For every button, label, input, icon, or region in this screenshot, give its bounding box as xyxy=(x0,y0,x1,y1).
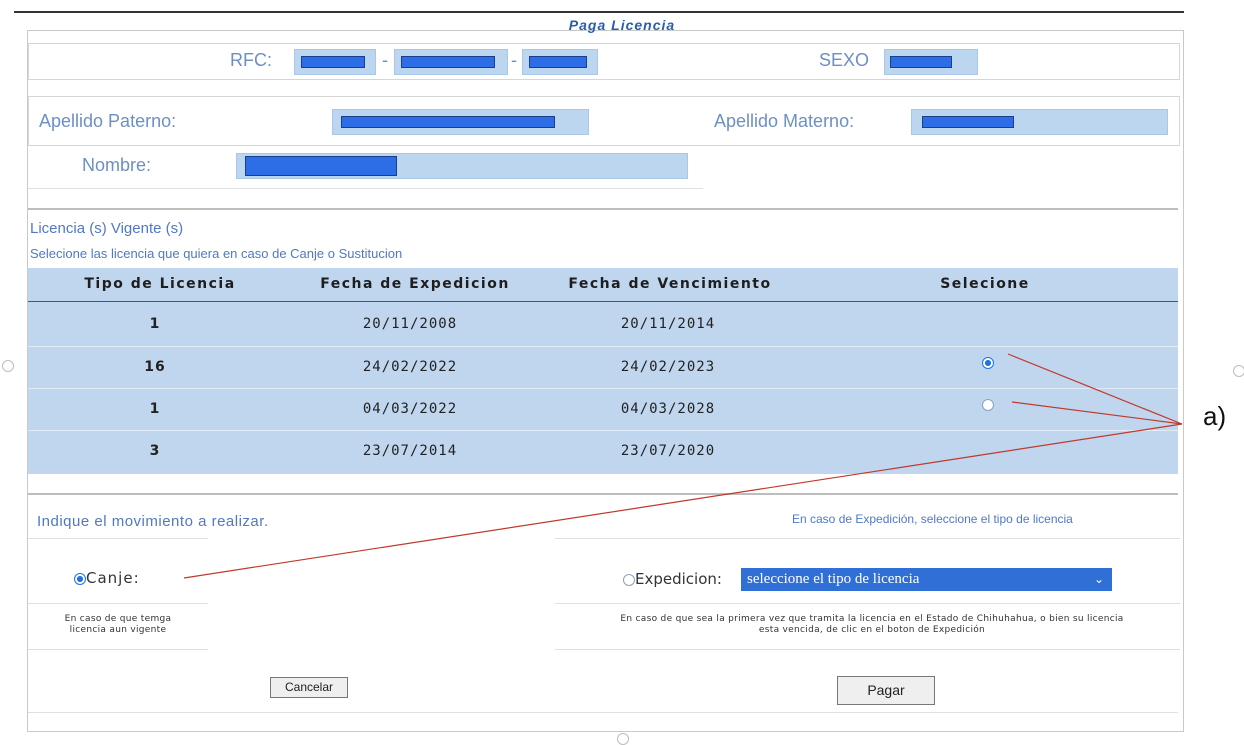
annotation-label: a) xyxy=(1203,401,1227,431)
annotation-line xyxy=(1011,401,1183,425)
annotation-lines xyxy=(183,353,1183,579)
annotation-line xyxy=(1007,353,1183,425)
annotation-line xyxy=(183,423,1183,579)
